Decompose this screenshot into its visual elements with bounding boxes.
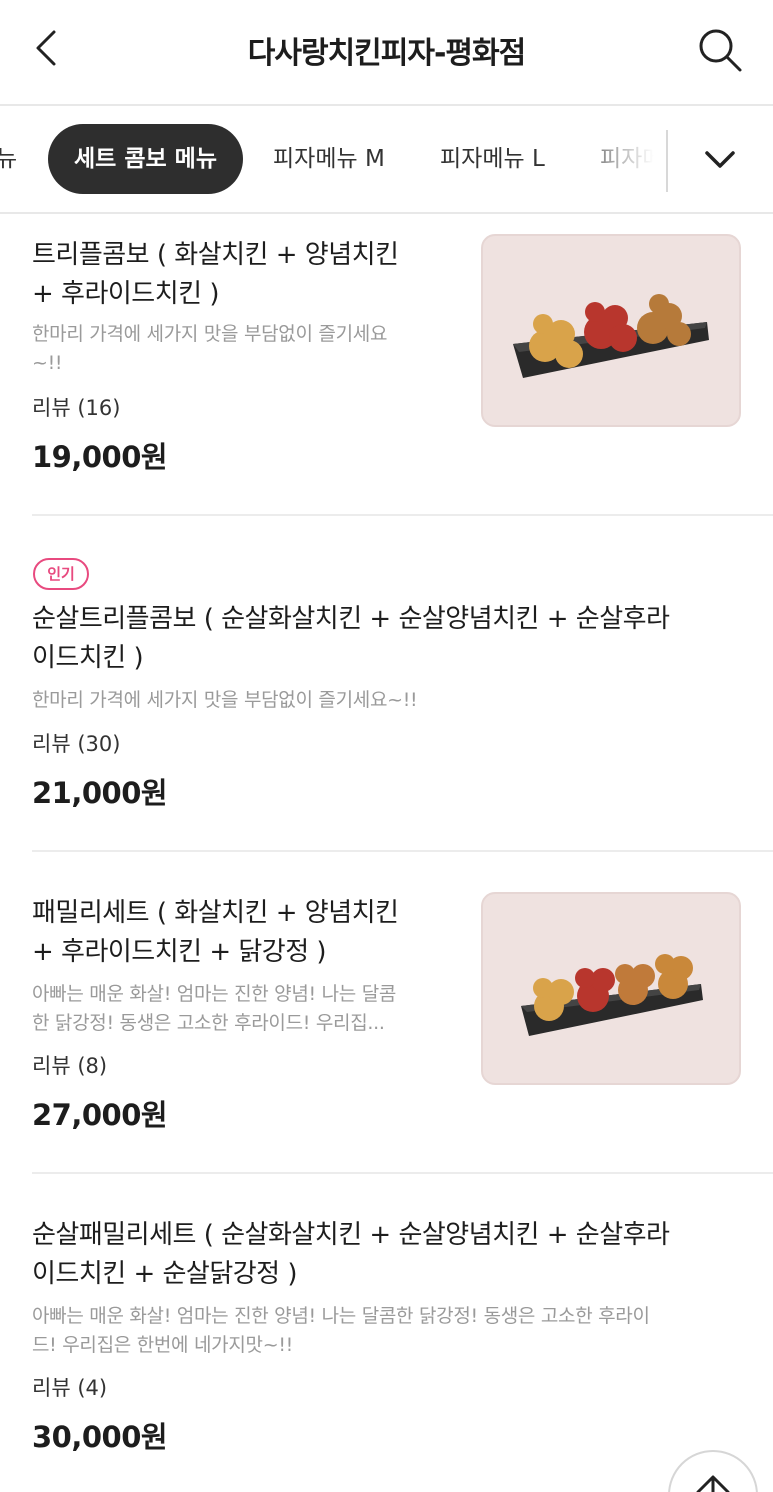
item-price: 21,000원 [32,776,168,810]
item-review-count: 리뷰 (4) [32,1376,108,1400]
item-description: 아빠는 매운 화살! 엄마는 진한 양념! 나는 달콤 한 닭강정! 동생은 고… [32,980,396,1038]
menu-item[interactable]: 트리플콤보 ( 화살치킨 + 양념치킨 + 후라이드치킨 ) 한마리 가격에 세… [0,214,773,514]
popular-badge: 인기 [33,558,89,590]
tab-set-combo-menu[interactable]: 세트 콤보 메뉴 [48,124,243,194]
item-photo [481,892,741,1085]
item-desc-line: 아빠는 매운 화살! 엄마는 진한 양념! 나는 달콤 [32,983,397,1005]
item-name: 순살트리플콤보 ( 순살화살치킨 + 순살양념치킨 + 순살후라 이드치킨 ) [32,600,670,678]
item-name: 순살패밀리세트 ( 순살화살치킨 + 순살양념치킨 + 순살후라 이드치킨 + … [32,1216,670,1294]
scroll-to-top-button[interactable] [668,1450,758,1492]
item-name-line: 패밀리세트 ( 화살치킨 + 양념치킨 [32,898,399,928]
item-desc-line: 한마리 가격에 세가지 맛을 부담없이 즐기세요~!! [32,689,418,711]
search-icon [699,29,742,72]
search-button[interactable] [694,24,746,76]
item-description: 아빠는 매운 화살! 엄마는 진한 양념! 나는 달콤한 닭강정! 동생은 고소… [32,1302,650,1360]
chevron-down-icon [705,151,735,168]
page-title: 다사랑치킨피자-평화점 [247,36,526,71]
item-price: 19,000원 [32,440,168,474]
item-desc-line: 한 닭강정! 동생은 고소한 후라이드! 우리집... [32,1012,385,1034]
item-name-line: + 후라이드치킨 + 닭강정 ) [32,937,327,967]
item-name-line: 이드치킨 + 순살닭강정 ) [32,1259,298,1289]
item-review-count: 리뷰 (30) [32,732,121,756]
item-price: 30,000원 [32,1420,168,1454]
item-review-count: 리뷰 (8) [32,1054,108,1078]
app-header: 다사랑치킨피자-평화점 [0,0,773,106]
item-name-line: 트리플콤보 ( 화살치킨 + 양념치킨 [32,240,399,270]
item-name-line: 순살트리플콤보 ( 순살화살치킨 + 순살양념치킨 + 순살후라 [32,604,670,634]
arrow-up-icon [696,1475,730,1492]
tab-more-button[interactable] [690,134,750,186]
item-price: 27,000원 [32,1098,168,1132]
menu-item[interactable]: 인기 순살트리플콤보 ( 순살화살치킨 + 순살양념치킨 + 순살후라 이드치킨… [0,516,773,850]
item-name: 트리플콤보 ( 화살치킨 + 양념치킨 + 후라이드치킨 ) [32,236,399,314]
menu-item[interactable]: 순살패밀리세트 ( 순살화살치킨 + 순살양념치킨 + 순살후라 이드치킨 + … [0,1174,773,1492]
tab-divider [666,130,668,192]
item-name-line: 순살패밀리세트 ( 순살화살치킨 + 순살양념치킨 + 순살후라 [32,1220,670,1250]
item-description: 한마리 가격에 세가지 맛을 부담없이 즐기세요~!! [32,686,418,715]
item-desc-line: 아빠는 매운 화살! 엄마는 진한 양념! 나는 달콤한 닭강정! 동생은 고소… [32,1305,650,1327]
item-name: 패밀리세트 ( 화살치킨 + 양념치킨 + 후라이드치킨 + 닭강정 ) [32,894,399,972]
item-photo [481,234,741,427]
tab-pizza-menu-l[interactable]: 피자메뉴 L [440,124,545,194]
tab-previous-menu[interactable]: 뉴 [0,124,17,194]
category-tab-bar: 뉴 세트 콤보 메뉴 피자메뉴 M 피자메뉴 L 피자메 [0,106,773,214]
item-name-line: 이드치킨 ) [32,643,144,673]
item-desc-line: 드! 우리집은 한번에 네가지맛~!! [32,1334,293,1356]
item-desc-line: 한마리 가격에 세가지 맛을 부담없이 즐기세요 [32,323,388,345]
item-desc-line: ~!! [32,352,63,374]
tab-pizza-menu-next[interactable]: 피자메 [600,124,663,194]
item-name-line: + 후라이드치킨 ) [32,279,219,309]
tab-pizza-menu-m[interactable]: 피자메뉴 M [273,124,385,194]
item-description: 한마리 가격에 세가지 맛을 부담없이 즐기세요 ~!! [32,320,387,378]
item-review-count: 리뷰 (16) [32,396,121,420]
menu-item[interactable]: 패밀리세트 ( 화살치킨 + 양념치킨 + 후라이드치킨 + 닭강정 ) 아빠는… [0,852,773,1172]
